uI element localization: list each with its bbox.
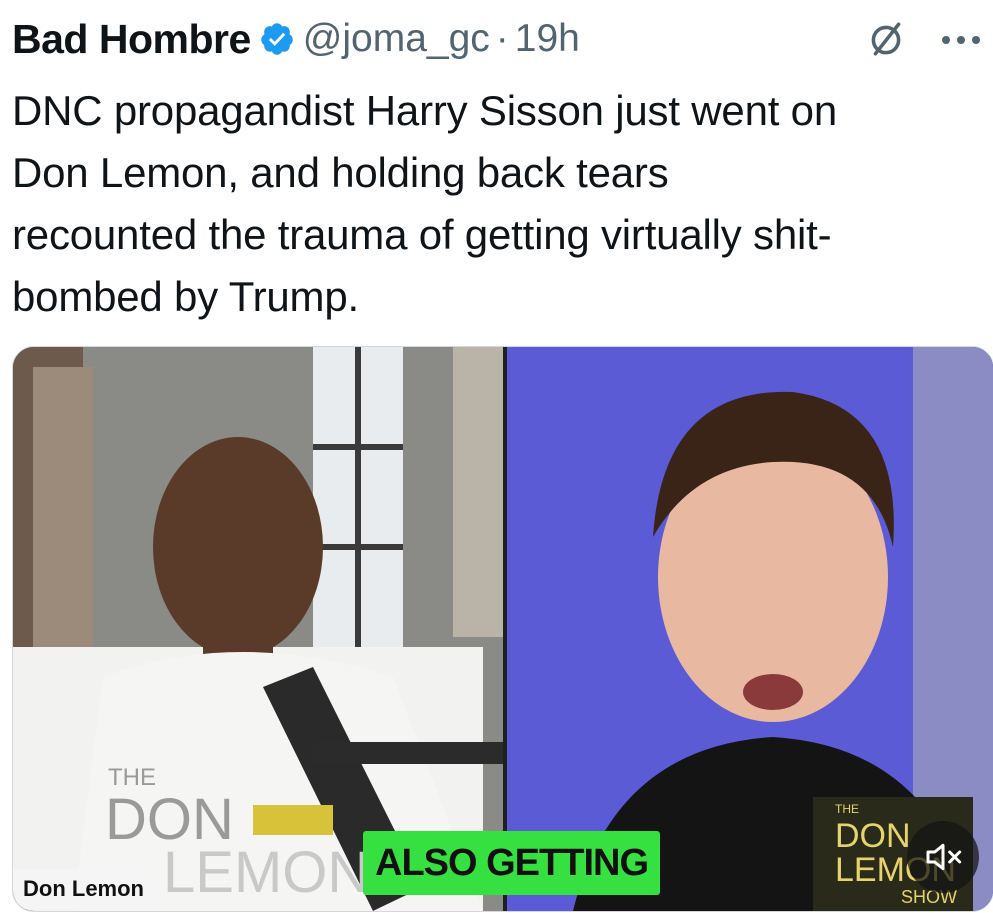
- tweet-header: Bad Hombre @joma_gc · 19h: [12, 14, 985, 64]
- separator-dot: ·: [495, 17, 509, 60]
- mute-icon: [926, 843, 962, 871]
- video-caption: ALSO GETTING: [363, 831, 660, 895]
- author-name[interactable]: Bad Hombre: [12, 16, 251, 63]
- video-frame: THE DON LEMON THE DON LEMON SHOW: [13, 347, 993, 911]
- verified-badge-icon: [261, 23, 293, 55]
- video-player[interactable]: THE DON LEMON THE DON LEMON SHOW ALSO GE…: [12, 346, 993, 912]
- more-icon[interactable]: [939, 32, 983, 48]
- show-logo-the: THE: [835, 802, 859, 816]
- timestamp[interactable]: 19h: [515, 17, 580, 61]
- grok-icon[interactable]: [865, 18, 907, 60]
- video-nameplate: Don Lemon: [13, 869, 154, 909]
- mute-button[interactable]: [907, 821, 979, 893]
- shirt-logo-lemon: LEMON: [163, 840, 369, 905]
- author-handle[interactable]: @joma_gc: [303, 17, 490, 61]
- show-logo-don: DON: [835, 817, 911, 855]
- tweet-text: DNC propagandist Harry Sisson just went …: [12, 87, 837, 320]
